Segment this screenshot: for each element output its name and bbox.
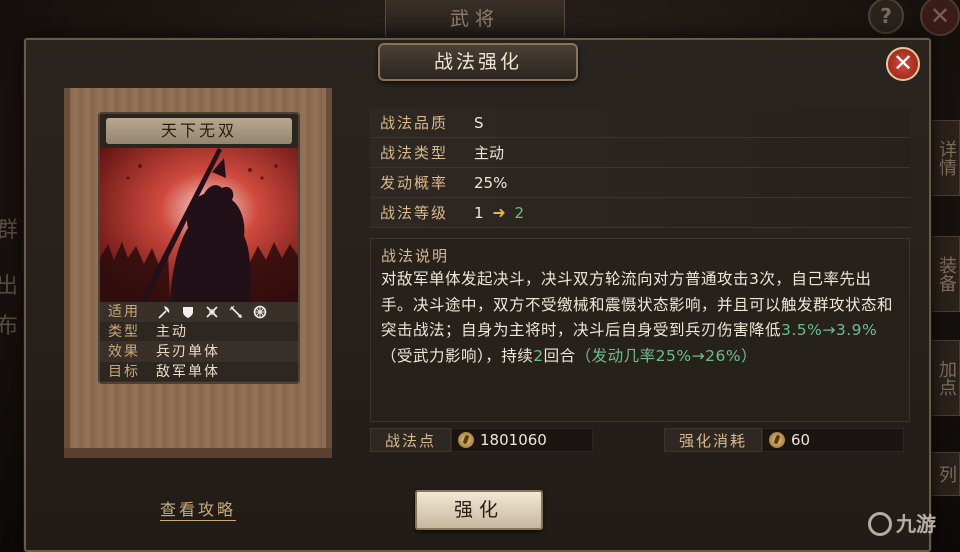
tactic-attributes: 适用 类型 主动 效果 兵刃单体 目标 敌军单体 xyxy=(100,302,298,382)
info-value: 25% xyxy=(474,174,508,192)
info-row-quality: 战法品质 S xyxy=(370,108,910,138)
view-guide-link[interactable]: 查看攻略 xyxy=(160,500,237,521)
info-key: 发动概率 xyxy=(380,174,449,192)
info-key: 战法类型 xyxy=(380,144,449,162)
attr-value: 主动 xyxy=(156,324,188,340)
watermark-text: 九游 xyxy=(896,512,936,536)
axe-icon xyxy=(156,304,172,320)
side-tab-addpoints[interactable]: 加点 xyxy=(930,340,960,416)
spear-icon xyxy=(228,304,244,320)
bg-left-char: 出 xyxy=(0,274,19,299)
tactic-card-art xyxy=(100,148,298,302)
attr-value: 兵刃单体 xyxy=(156,344,220,360)
tactic-points-value-box: 1801060 xyxy=(451,428,594,452)
enhance-cost-value-box: 60 xyxy=(762,428,905,452)
watermark-logo: 九游 xyxy=(868,508,936,538)
level-current: 1 xyxy=(474,204,484,222)
troop-type-icons xyxy=(148,302,268,321)
attr-key: 适用 xyxy=(108,304,140,320)
enhance-button[interactable]: 强化 xyxy=(415,490,543,530)
attr-row-type: 类型 主动 xyxy=(100,322,298,342)
dialog-close-button[interactable]: ✕ xyxy=(886,47,920,81)
side-tab-details[interactable]: 详情 xyxy=(930,120,960,196)
dialog-title: 战法强化 xyxy=(378,43,578,81)
desc-part: 回合 xyxy=(543,346,576,365)
desc-highlight-duration: 2 xyxy=(533,346,544,365)
jiuyou-logo-icon xyxy=(868,511,892,536)
attr-row-effect: 效果 兵刃单体 xyxy=(100,342,298,362)
tactic-points-value: 1801060 xyxy=(480,431,547,449)
warrior-silhouette-illustration xyxy=(100,148,298,302)
bg-left-char: 布 xyxy=(0,314,19,339)
description-title: 战法说明 xyxy=(381,247,450,265)
tactic-card-name: 天下无双 xyxy=(106,118,292,144)
side-tab-list[interactable]: 列 xyxy=(930,452,960,496)
enhance-cost: 强化消耗 60 xyxy=(664,428,905,452)
scroll-rod xyxy=(64,448,332,458)
tactic-info-table: 战法品质 S 战法类型 主动 发动概率 25% 战法等级 1 ➜ 2 xyxy=(370,108,910,228)
tactic-point-coin-icon xyxy=(458,432,475,448)
bg-left-char: 群 xyxy=(0,218,19,243)
tactic-points: 战法点 1801060 xyxy=(370,428,594,452)
desc-highlight-reduction: 3.5%→3.9% xyxy=(781,321,878,339)
enhance-cost-label: 强化消耗 xyxy=(664,428,763,452)
info-row-type: 战法类型 主动 xyxy=(370,138,910,168)
description-text: 对敌军单体发起决斗，决斗双方轮流向对方普通攻击3次，自己率先出手。决斗途中，双方… xyxy=(381,267,901,369)
enhance-cost-value: 60 xyxy=(791,431,811,449)
crossbow-icon xyxy=(204,304,220,320)
attr-key: 类型 xyxy=(108,324,140,340)
attr-row-target: 目标 敌军单体 xyxy=(100,362,298,382)
attr-key: 效果 xyxy=(108,344,140,360)
info-value: 主动 xyxy=(474,144,505,162)
attr-key: 目标 xyxy=(108,364,140,380)
info-key: 战法品质 xyxy=(380,114,449,132)
info-key: 战法等级 xyxy=(380,204,449,222)
attr-value: 敌军单体 xyxy=(156,364,220,380)
attr-row-troops: 适用 xyxy=(100,302,298,322)
arrow-right-icon: ➜ xyxy=(492,203,506,222)
info-row-probability: 发动概率 25% xyxy=(370,168,910,198)
wheel-icon xyxy=(252,304,268,320)
side-tab-equipment[interactable]: 装备 xyxy=(930,236,960,312)
desc-part: （受武力影响），持续 xyxy=(381,346,534,365)
level-next: 2 xyxy=(514,204,525,222)
tactic-point-coin-icon xyxy=(769,432,786,448)
desc-highlight-chance: （发动几率25%→26%） xyxy=(575,346,758,365)
tactic-description: 战法说明 对敌军单体发起决斗，决斗双方轮流向对方普通攻击3次，自己率先出手。决斗… xyxy=(370,238,910,422)
tactic-points-label: 战法点 xyxy=(370,428,452,452)
level-value: 1 ➜ 2 xyxy=(466,198,910,227)
info-row-level: 战法等级 1 ➜ 2 xyxy=(370,198,910,228)
general-screen-title: 武将 xyxy=(385,0,565,40)
shield-icon xyxy=(180,304,196,320)
info-value: S xyxy=(474,114,484,132)
